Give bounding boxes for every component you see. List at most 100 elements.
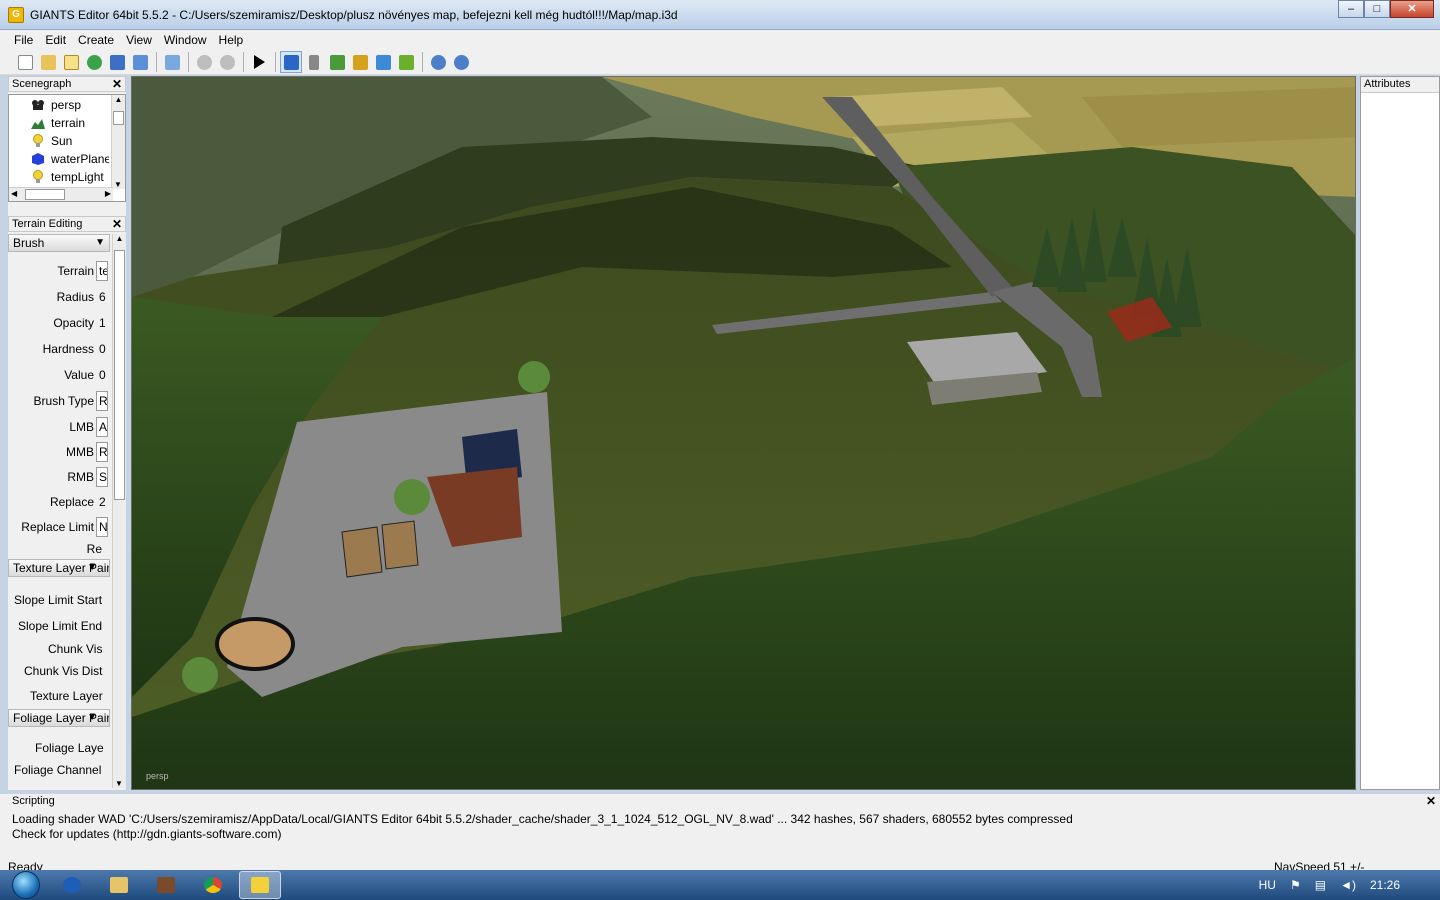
foliage-icon[interactable] bbox=[372, 51, 394, 73]
menu-file[interactable]: File bbox=[8, 33, 39, 47]
status-bar: Ready NavSpeed 51 +/- bbox=[0, 856, 1440, 870]
foliage-layer-section-toggle[interactable]: Foliage Layer Pain ▼ bbox=[8, 709, 110, 727]
taskbar-app-1[interactable] bbox=[51, 871, 93, 899]
terrain-editing-panel: Terrain Editing ✕ ▲ ▼ Brush ▼ Terrainte … bbox=[8, 216, 126, 790]
scenegraph-item-persp[interactable]: persp bbox=[9, 96, 109, 114]
refresh-icon[interactable] bbox=[83, 51, 105, 73]
edit-icon[interactable] bbox=[60, 51, 82, 73]
menu-bar: File Edit Create View Window Help bbox=[0, 30, 1440, 50]
terrain-editing-scrollbar[interactable]: ▲ ▼ bbox=[112, 234, 126, 788]
taskbar-giants-editor[interactable] bbox=[239, 871, 281, 899]
field-terrain: Terrainte bbox=[8, 258, 126, 284]
opacity-input[interactable]: 1 bbox=[96, 313, 108, 333]
field-label: Replace Limit bbox=[21, 520, 94, 534]
scripting-title: Scripting bbox=[12, 795, 55, 807]
export-icon[interactable] bbox=[129, 51, 151, 73]
menu-help[interactable]: Help bbox=[213, 33, 250, 47]
scenegraph-item-waterplane[interactable]: waterPlane bbox=[9, 150, 109, 168]
toolbar-separator bbox=[188, 52, 189, 72]
brush-section-label: Brush bbox=[13, 236, 45, 250]
play-icon[interactable] bbox=[248, 51, 270, 73]
field-label: Foliage Laye bbox=[35, 741, 104, 755]
field-label: Opacity bbox=[53, 316, 94, 330]
import-icon[interactable] bbox=[161, 51, 183, 73]
menu-edit[interactable]: Edit bbox=[39, 33, 72, 47]
terrain-input[interactable]: te bbox=[96, 261, 108, 281]
redo-icon[interactable] bbox=[216, 51, 238, 73]
mmb-select[interactable]: R bbox=[96, 441, 108, 462]
brush-section-toggle[interactable]: Brush ▼ bbox=[8, 234, 110, 252]
rmb-select[interactable]: S bbox=[96, 466, 108, 487]
brush-type-select[interactable]: R bbox=[96, 391, 108, 411]
toolbar bbox=[0, 50, 1440, 75]
terrain-scene bbox=[132, 77, 1355, 789]
tractor-icon bbox=[157, 877, 175, 893]
undo-icon[interactable] bbox=[193, 51, 215, 73]
scenegraph-tree[interactable]: persp terrain Sun waterPlane tempLight ▲ bbox=[8, 94, 126, 202]
camera-icon bbox=[32, 100, 44, 110]
scenegraph-vertical-scrollbar[interactable]: ▲ ▼ bbox=[111, 95, 125, 189]
settings-gear-icon[interactable] bbox=[427, 51, 449, 73]
terrain-sculpt-icon[interactable] bbox=[326, 51, 348, 73]
window-title: GIANTS Editor 64bit 5.5.2 - C:/Users/sze… bbox=[30, 7, 678, 22]
new-file-icon[interactable] bbox=[14, 51, 36, 73]
close-icon[interactable]: ✕ bbox=[1426, 794, 1436, 808]
radius-input[interactable]: 6 bbox=[96, 287, 108, 307]
scripting-output[interactable]: Loading shader WAD 'C:/Users/szemiramisz… bbox=[8, 812, 1428, 852]
window-controls: – □ ✕ bbox=[1338, 0, 1434, 18]
log-line: Check for updates (http://gdn.giants-sof… bbox=[12, 827, 282, 841]
language-indicator[interactable]: HU bbox=[1259, 878, 1276, 892]
leaf-icon[interactable] bbox=[395, 51, 417, 73]
taskbar: HU ⚑ ▤ ◄) 21:26 bbox=[0, 870, 1440, 900]
maximize-button[interactable]: □ bbox=[1364, 0, 1390, 18]
field-label: MMB bbox=[66, 444, 94, 459]
settings-gear-2-icon[interactable] bbox=[450, 51, 472, 73]
paint-icon[interactable] bbox=[349, 51, 371, 73]
open-folder-icon[interactable] bbox=[37, 51, 59, 73]
scenegraph-item-terrain[interactable]: terrain bbox=[9, 114, 109, 132]
close-icon[interactable]: ✕ bbox=[112, 77, 122, 91]
menu-view[interactable]: View bbox=[120, 33, 158, 47]
menu-create[interactable]: Create bbox=[72, 33, 120, 47]
field-label: Foliage Channel bbox=[14, 763, 102, 777]
scenegraph-item-sun[interactable]: Sun bbox=[9, 132, 109, 150]
replace-input[interactable]: 2 bbox=[96, 492, 108, 512]
field-rmb: RMB S bbox=[8, 464, 126, 489]
field-opacity: Opacity 1 bbox=[8, 310, 126, 336]
taskbar-game[interactable] bbox=[145, 871, 187, 899]
light-icon bbox=[33, 134, 43, 147]
viewport-camera-label: persp bbox=[146, 771, 169, 781]
hardness-input[interactable]: 0 bbox=[96, 339, 108, 359]
field-radius: Radius 6 bbox=[8, 284, 126, 310]
home-icon[interactable] bbox=[280, 51, 302, 73]
minimize-button[interactable]: – bbox=[1338, 0, 1364, 18]
close-button[interactable]: ✕ bbox=[1390, 0, 1434, 18]
field-chunk-vis: Chunk Vis bbox=[8, 639, 108, 659]
title-bar: G GIANTS Editor 64bit 5.5.2 - C:/Users/s… bbox=[0, 0, 1440, 30]
lmb-select[interactable]: A bbox=[96, 416, 108, 437]
start-button[interactable] bbox=[6, 870, 46, 900]
menu-window[interactable]: Window bbox=[158, 33, 213, 47]
texture-layer-section-toggle[interactable]: Texture Layer Pain ▼ bbox=[8, 559, 110, 577]
3d-viewport[interactable]: persp bbox=[131, 76, 1356, 790]
clock[interactable]: 21:26 bbox=[1370, 878, 1400, 892]
toolbar-separator bbox=[275, 52, 276, 72]
flag-icon[interactable]: ⚑ bbox=[1290, 878, 1301, 892]
replace-limit-select[interactable]: N bbox=[96, 517, 108, 537]
taskbar-explorer[interactable] bbox=[98, 871, 140, 899]
close-icon[interactable]: ✕ bbox=[112, 217, 122, 231]
save-icon[interactable] bbox=[106, 51, 128, 73]
value-input[interactable]: 0 bbox=[96, 365, 108, 385]
magnet-icon[interactable] bbox=[303, 51, 325, 73]
scenegraph-item-templight[interactable]: tempLight bbox=[9, 168, 109, 186]
volume-icon[interactable]: ◄) bbox=[1340, 878, 1356, 892]
network-icon[interactable]: ▤ bbox=[1315, 878, 1326, 892]
folder-icon bbox=[110, 877, 128, 893]
nav-speed-status: NavSpeed 51 +/- bbox=[1274, 860, 1365, 870]
taskbar-chrome[interactable] bbox=[192, 871, 234, 899]
scenegraph-item-label: tempLight bbox=[51, 170, 104, 184]
field-label: Chunk Vis Dist bbox=[24, 664, 103, 678]
attributes-panel: Attributes bbox=[1360, 76, 1440, 790]
toolbar-separator bbox=[243, 52, 244, 72]
scenegraph-horizontal-scrollbar[interactable]: ◀ ▶ bbox=[9, 187, 113, 201]
